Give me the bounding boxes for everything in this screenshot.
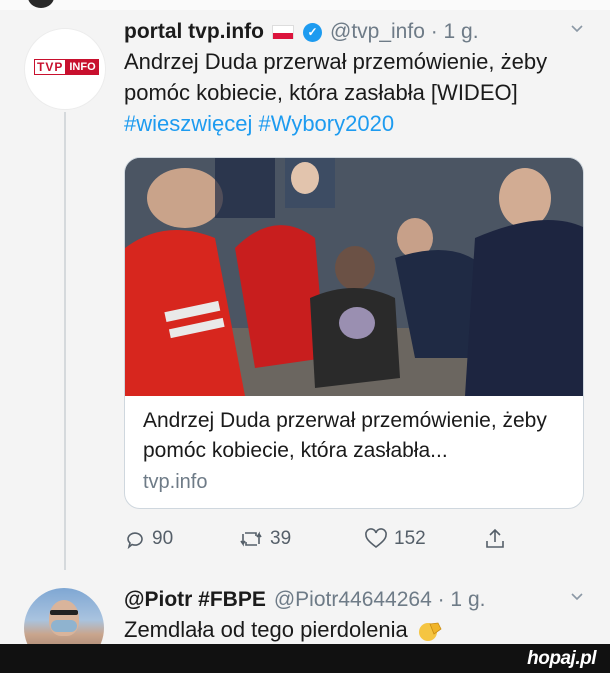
like-count: 152 [394,528,426,549]
reply-icon [127,532,143,550]
footer-bar: hopaj.pl [0,644,610,673]
retweet-icon [240,531,262,547]
card-title[interactable]: Andrzej Duda przerwał przemówienie, żeby… [143,406,573,466]
tweet-text: Andrzej Duda przerwał przemówienie, żeby… [124,46,594,139]
hashtag-wybory2020[interactable]: #Wybory2020 [259,111,395,136]
hopaj-watermark: hopaj.pl [527,648,596,669]
display-name[interactable]: portal tvp.info [124,20,264,44]
share-button[interactable] [484,527,512,551]
tweet-actions: 90 39 152 [124,522,544,556]
tvp-info-logo: TVP INFO [34,59,99,75]
avatar-mask [51,620,77,632]
facepalm-emoji [418,622,442,642]
reply-button[interactable]: 90 [124,528,173,550]
tweet-body: portal tvp.info ✓ @tvp_info · 1 g. Andrz… [124,18,594,139]
card-image[interactable] [125,158,583,396]
card-text: Andrzej Duda przerwał przemówienie, żeby… [143,406,573,498]
previous-avatar[interactable] [28,0,54,8]
like-button[interactable]: 152 [364,528,426,550]
hashtag-wieszwiecej[interactable]: #wieszwięcej [124,111,252,136]
logo-info-text: INFO [66,59,99,75]
tweet-tvp[interactable]: TVP INFO portal tvp.info ✓ @tvp_info · 1… [0,10,610,565]
tweet-header: portal tvp.info ✓ @tvp_info · 1 g. [124,18,594,46]
tweet-text: Zemdlała od tego pierdolenia [124,614,594,645]
retweet-button[interactable]: 39 [238,528,291,550]
chevron-down-icon[interactable] [570,590,584,604]
display-name[interactable]: @Piotr #FBPE [124,588,266,612]
previous-tweet-stub [0,0,610,10]
link-card[interactable]: Andrzej Duda przerwał przemówienie, żeby… [124,157,584,509]
handle-and-time[interactable]: @Piotr44644264 · 1 g. [274,588,486,612]
retweet-count: 39 [270,528,292,549]
chevron-down-icon[interactable] [570,22,584,36]
tweet-body: @Piotr #FBPE @Piotr44644264 · 1 g. Zemdl… [124,586,594,645]
share-icon [486,528,504,548]
poland-flag-icon [272,25,294,39]
logo-tvp-text: TVP [34,59,67,75]
verified-badge-icon: ✓ [303,22,322,42]
tweet-header: @Piotr #FBPE @Piotr44644264 · 1 g. [124,586,594,614]
news-photo [125,158,583,396]
reply-count: 90 [152,528,174,549]
handle-and-time[interactable]: @tvp_info · 1 g. [330,20,479,44]
card-domain: tvp.info [143,471,208,493]
tweet-text-main: Zemdlała od tego pierdolenia [124,617,408,642]
avatar-tvp-info[interactable]: TVP INFO [24,28,106,110]
tweet-reply-piotr[interactable]: @Piotr #FBPE @Piotr44644264 · 1 g. Zemdl… [0,572,610,668]
avatar-glasses [50,610,78,615]
tweet-text-main: Andrzej Duda przerwał przemówienie, żeby… [124,49,548,105]
like-icon [365,528,387,549]
